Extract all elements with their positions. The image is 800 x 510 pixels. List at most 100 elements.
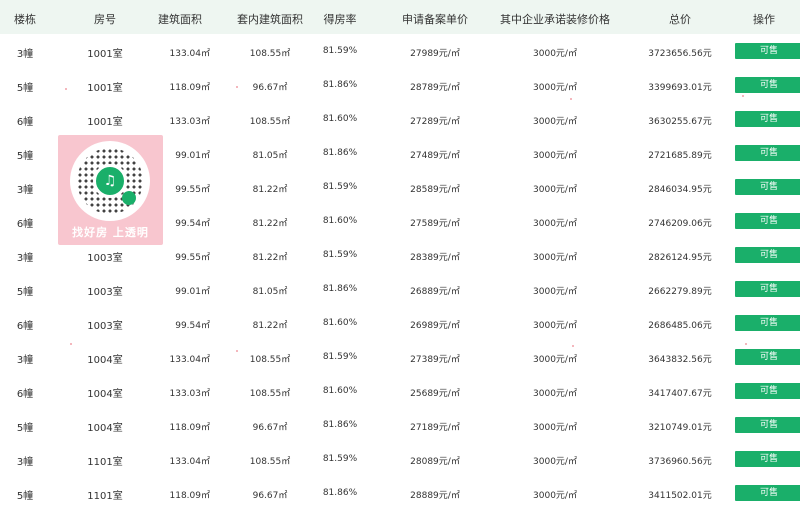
row-total: 3399693.01元 <box>648 83 712 93</box>
row-building: 3幢 <box>16 49 34 60</box>
row-total: 3723656.56元 <box>648 49 712 59</box>
row-decoration: 3000元/㎡ <box>533 219 577 229</box>
row-decoration: 3000元/㎡ <box>533 355 577 365</box>
decor-dot <box>742 95 744 97</box>
row-area: 133.03㎡ <box>169 117 211 127</box>
row-total: 2826124.95元 <box>648 253 712 263</box>
row-action-cell: 可售 <box>735 383 800 399</box>
row-total: 2746209.06元 <box>648 219 712 229</box>
row-action-cell: 可售 <box>735 111 800 127</box>
row-decoration: 3000元/㎡ <box>533 253 577 263</box>
row-price: 27289元/㎡ <box>410 117 460 127</box>
row-room: 1003室 <box>87 287 123 298</box>
decor-dot <box>745 343 747 345</box>
decor-dot <box>572 345 574 347</box>
row-price: 26889元/㎡ <box>410 287 460 297</box>
qr-code: ♫ <box>70 141 150 221</box>
row-building: 3幢 <box>16 185 34 196</box>
available-button[interactable]: 可售 <box>735 111 800 127</box>
row-price: 27989元/㎡ <box>410 49 460 59</box>
row-area: 118.09㎡ <box>169 491 211 501</box>
available-button[interactable]: 可售 <box>735 281 800 297</box>
row-building: 5幢 <box>16 491 34 502</box>
row-total: 3210749.01元 <box>648 423 712 433</box>
row-rate: 81.86% <box>322 148 358 158</box>
row-building: 6幢 <box>16 219 34 230</box>
miniprogram-badge-icon <box>122 191 136 205</box>
row-decoration: 3000元/㎡ <box>533 117 577 127</box>
row-action-cell: 可售 <box>735 451 800 467</box>
header-operation: 操作 <box>753 13 775 26</box>
promo-qr-card[interactable]: ♫ 找好房 上透明 <box>58 135 163 245</box>
row-room: 1004室 <box>87 423 123 434</box>
row-building: 3幢 <box>16 355 34 366</box>
row-total: 2662279.89元 <box>648 287 712 297</box>
row-area: 133.04㎡ <box>169 457 211 467</box>
available-button[interactable]: 可售 <box>735 451 800 467</box>
table-row: 3幢 1001室 133.04㎡ 108.55㎡ 81.59% 27989元/㎡ 3000元… <box>0 34 800 68</box>
row-action-cell: 可售 <box>735 349 800 365</box>
available-button[interactable]: 可售 <box>735 43 800 59</box>
table-row: 6幢 1003室 99.54㎡ 81.22㎡ 81.60% 26989元/㎡ 3000元/㎡… <box>0 306 800 340</box>
table-row: 3幢 1101室 133.04㎡ 108.55㎡ 81.59% 28089元/㎡ 3000元… <box>0 442 800 476</box>
row-action-cell: 可售 <box>735 281 800 297</box>
table-row: 5幢 1004室 118.09㎡ 96.67㎡ 81.86% 27189元/㎡ 3000元/… <box>0 408 800 442</box>
available-button[interactable]: 可售 <box>735 179 800 195</box>
row-price: 28589元/㎡ <box>410 185 460 195</box>
header-rate: 得房率 <box>323 13 357 26</box>
row-total: 3417407.67元 <box>648 389 712 399</box>
row-rate: 81.86% <box>322 488 358 498</box>
decor-dot <box>236 86 238 88</box>
available-button[interactable]: 可售 <box>735 315 800 331</box>
row-price: 25689元/㎡ <box>410 389 460 399</box>
row-decoration: 3000元/㎡ <box>533 491 577 501</box>
table-row: 3幢 1004室 133.04㎡ 108.55㎡ 81.59% 27389元/㎡ 3000元… <box>0 340 800 374</box>
row-price: 26989元/㎡ <box>410 321 460 331</box>
row-rate: 81.59% <box>322 454 358 464</box>
row-price: 28089元/㎡ <box>410 457 460 467</box>
row-decoration: 3000元/㎡ <box>533 49 577 59</box>
available-button[interactable]: 可售 <box>735 77 800 93</box>
header-total: 总价 <box>669 13 691 26</box>
row-action-cell: 可售 <box>735 213 800 229</box>
row-rate: 81.60% <box>322 318 358 328</box>
row-room: 1004室 <box>87 389 123 400</box>
header-building: 楼栋 <box>14 13 36 26</box>
row-room: 1101室 <box>87 491 123 502</box>
row-rate: 81.60% <box>322 114 358 124</box>
row-decoration: 3000元/㎡ <box>533 321 577 331</box>
row-total: 3736960.56元 <box>648 457 712 467</box>
promo-slogan: 找好房 上透明 <box>72 226 149 239</box>
row-total: 2686485.06元 <box>648 321 712 331</box>
decor-dot <box>65 88 67 90</box>
available-button[interactable]: 可售 <box>735 383 800 399</box>
row-price: 27389元/㎡ <box>410 355 460 365</box>
header-room: 房号 <box>94 13 116 26</box>
row-price: 27189元/㎡ <box>410 423 460 433</box>
row-area: 99.55㎡ <box>175 253 210 263</box>
row-total: 2721685.89元 <box>648 151 712 161</box>
table-row: 5幢 1003室 99.01㎡ 81.05㎡ 81.86% 26889元/㎡ 3000元/㎡… <box>0 272 800 306</box>
row-action-cell: 可售 <box>735 145 800 161</box>
row-price: 27489元/㎡ <box>410 151 460 161</box>
row-building: 6幢 <box>16 117 34 128</box>
available-button[interactable]: 可售 <box>735 145 800 161</box>
row-action-cell: 可售 <box>735 485 800 501</box>
row-rate: 81.86% <box>322 420 358 430</box>
row-decoration: 3000元/㎡ <box>533 185 577 195</box>
available-button[interactable]: 可售 <box>735 417 800 433</box>
row-area: 133.03㎡ <box>169 389 211 399</box>
row-building: 5幢 <box>16 287 34 298</box>
row-rate: 81.60% <box>322 386 358 396</box>
row-area: 99.01㎡ <box>175 287 210 297</box>
available-button[interactable]: 可售 <box>735 485 800 501</box>
row-room: 1003室 <box>87 253 123 264</box>
row-decoration: 3000元/㎡ <box>533 457 577 467</box>
available-button[interactable]: 可售 <box>735 213 800 229</box>
row-total: 3643832.56元 <box>648 355 712 365</box>
available-button[interactable]: 可售 <box>735 247 800 263</box>
row-rate: 81.60% <box>322 216 358 226</box>
available-button[interactable]: 可售 <box>735 349 800 365</box>
table-row: 6幢 1004室 133.03㎡ 108.55㎡ 81.60% 25689元/㎡ 3000元… <box>0 374 800 408</box>
row-building: 3幢 <box>16 457 34 468</box>
